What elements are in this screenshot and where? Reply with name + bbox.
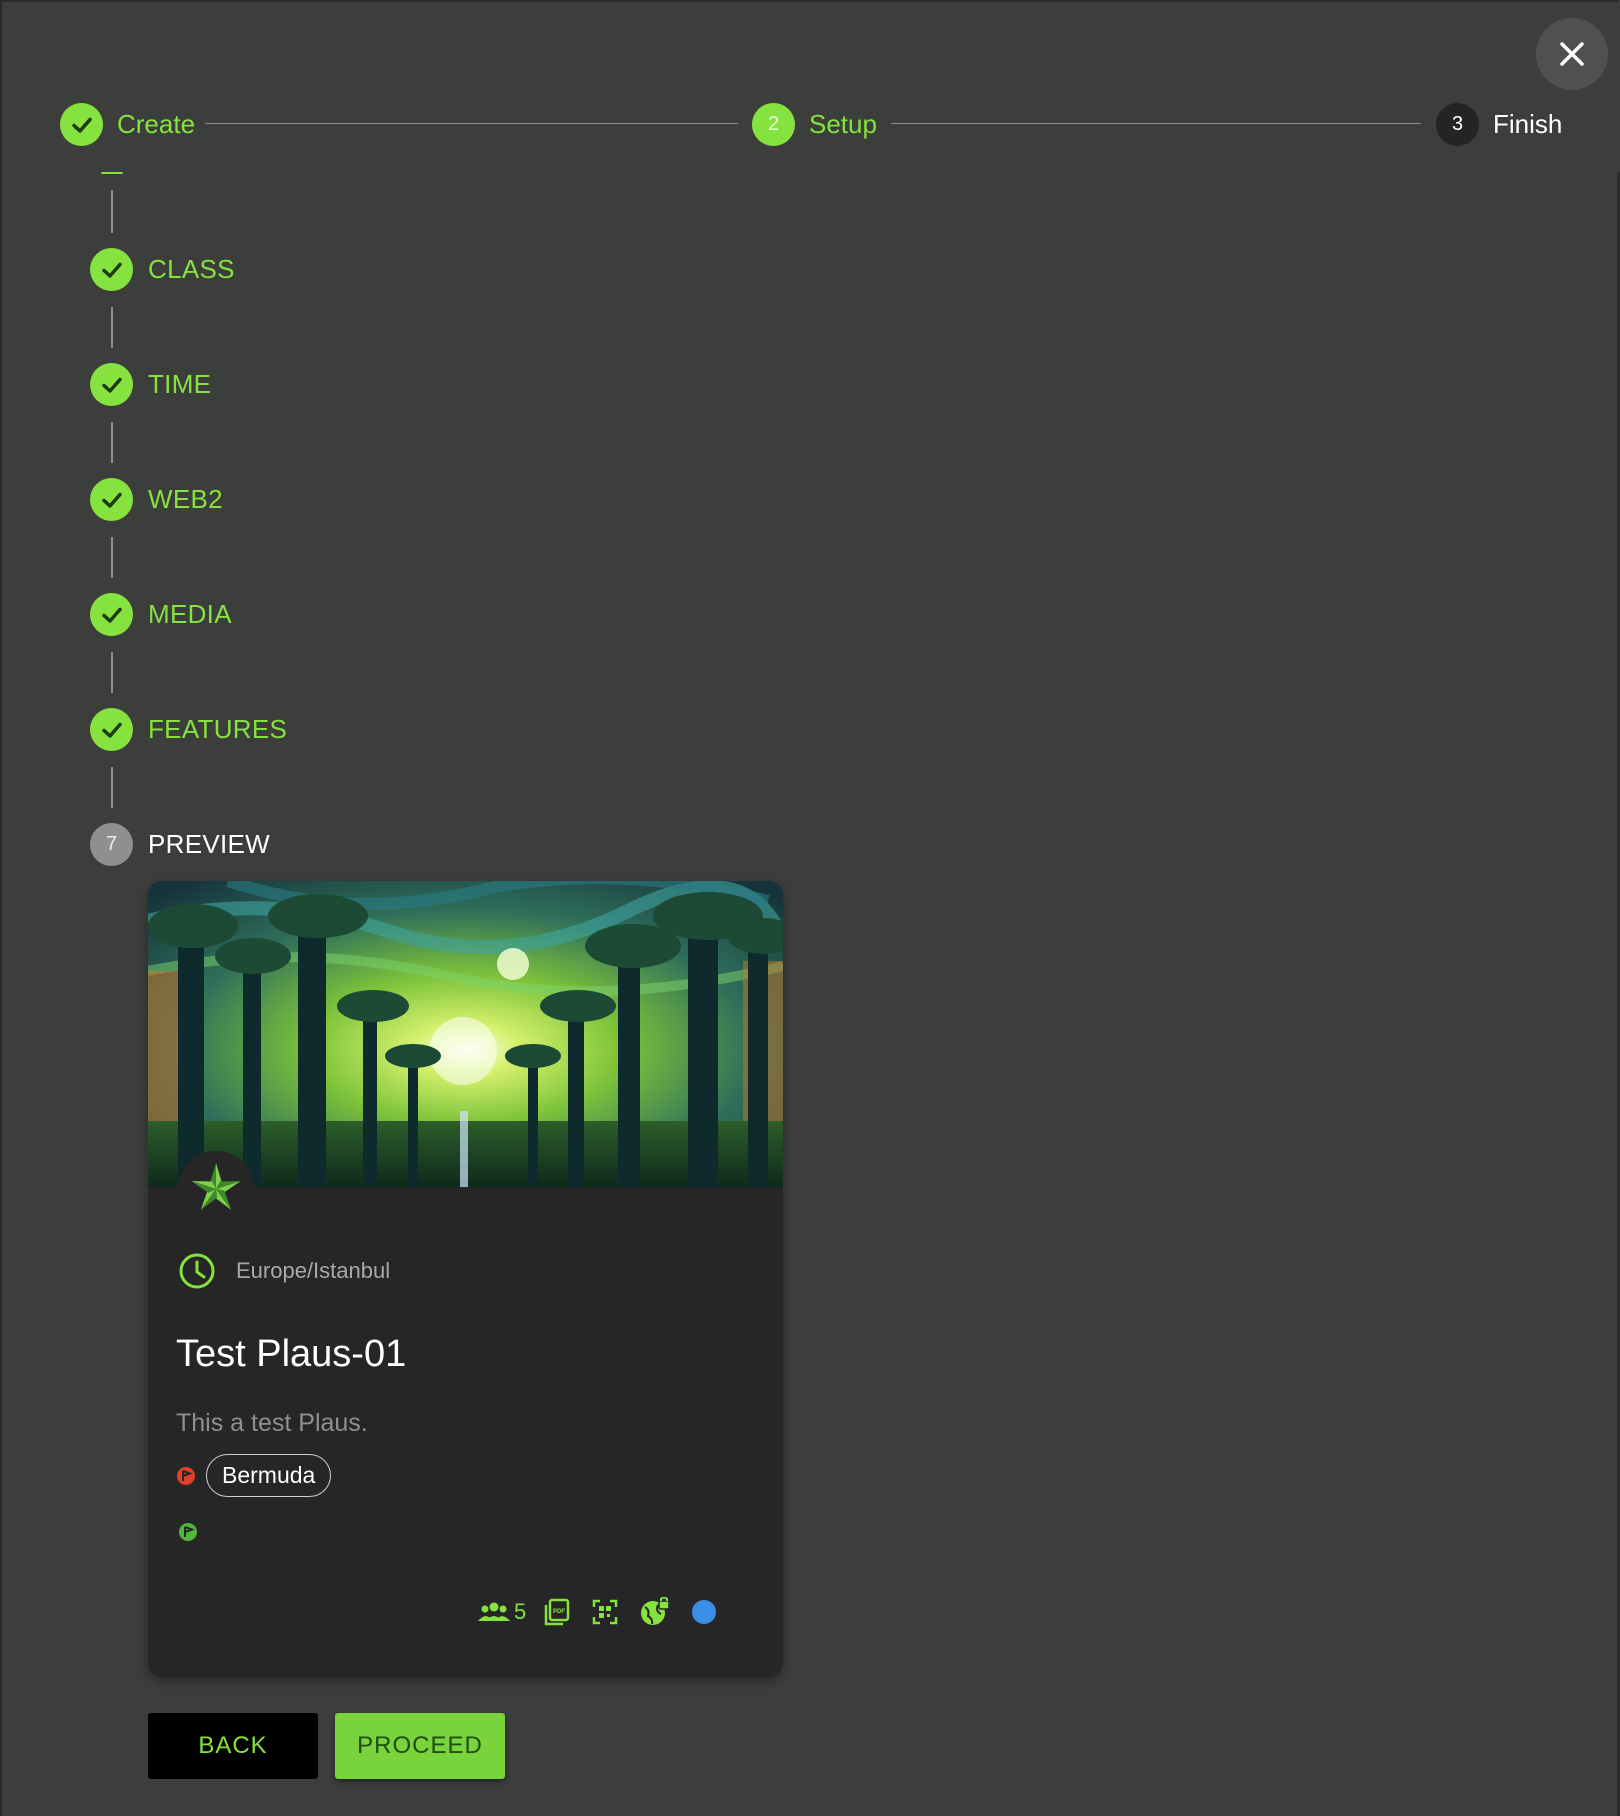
stepper-step-label: Setup [809,109,877,139]
stepper-connector [205,123,738,124]
substep-label: MEDIA [148,599,232,629]
substep-connector [111,767,113,808]
stepper-step-create[interactable]: Create [60,103,195,146]
location-chip[interactable]: Bermuda [206,1454,332,1497]
proceed-button[interactable]: PROCEED [335,1713,505,1779]
step-number-badge: 7 [90,823,133,866]
substep-connector [111,190,113,233]
stepper-step-label: Finish [1493,109,1563,139]
location-row: Bermuda [176,1454,332,1497]
check-icon [90,363,133,406]
substep-media[interactable]: MEDIA [90,593,232,636]
status-dot [692,1600,717,1624]
plaus-logo [178,1151,254,1227]
substep-class[interactable]: CLASS [90,248,235,291]
participants-count: 5 [514,1599,527,1624]
substep-label: TIME [148,369,212,399]
back-button[interactable]: BACK [148,1713,318,1779]
substep-time[interactable]: TIME [90,363,211,406]
flag-green-icon [178,1522,198,1547]
substep-preview[interactable]: 7 PREVIEW [90,823,270,866]
plaus-title: Test Plaus-01 [176,1333,407,1375]
substep-web2[interactable]: WEB2 [90,478,223,521]
close-icon [1560,42,1584,66]
check-icon [60,103,103,146]
step-number-badge: 2 [752,103,795,146]
check-icon [90,248,133,291]
stepper-step-setup[interactable]: 2 Setup [752,103,877,146]
substep-connector [111,307,113,348]
plaus-description: This a test Plaus. [176,1409,368,1437]
pdf-icon[interactable]: PDF [544,1598,570,1626]
leaf-star-icon [191,1163,241,1211]
flag-red-icon [177,1466,195,1485]
substep-label: PREVIEW [148,829,271,859]
step-number-badge: 3 [1436,103,1479,146]
stepper-step-finish[interactable]: 3 Finish [1436,103,1562,146]
stepper-connector [891,123,1421,124]
substep-features[interactable]: FEATURES [90,708,287,751]
cover-image [148,881,783,1187]
preview-card[interactable]: Europe/Istanbul Test Plaus-01 This a tes… [148,881,783,1677]
clock-icon [179,1253,215,1289]
qr-code-icon[interactable] [592,1599,618,1625]
check-icon [90,708,133,751]
group-icon[interactable] [478,1600,510,1624]
feature-icons-row: 5 PDF [478,1597,717,1627]
substep-label: FEATURES [148,714,288,744]
check-icon [90,478,133,521]
substep-label: WEB2 [148,484,223,514]
previous-step-edge [101,172,123,174]
close-button[interactable] [1536,18,1608,90]
svg-text:PDF: PDF [553,1609,565,1615]
substep-connector [111,652,113,693]
globe-lock-icon[interactable] [640,1597,670,1627]
stepper-step-label: Create [117,109,196,139]
substep-connector [111,422,113,463]
substep-label: CLASS [148,254,235,284]
check-icon [90,593,133,636]
substep-connector [111,537,113,578]
timezone-row: Europe/Istanbul [178,1252,390,1290]
timezone-text: Europe/Istanbul [236,1258,391,1283]
